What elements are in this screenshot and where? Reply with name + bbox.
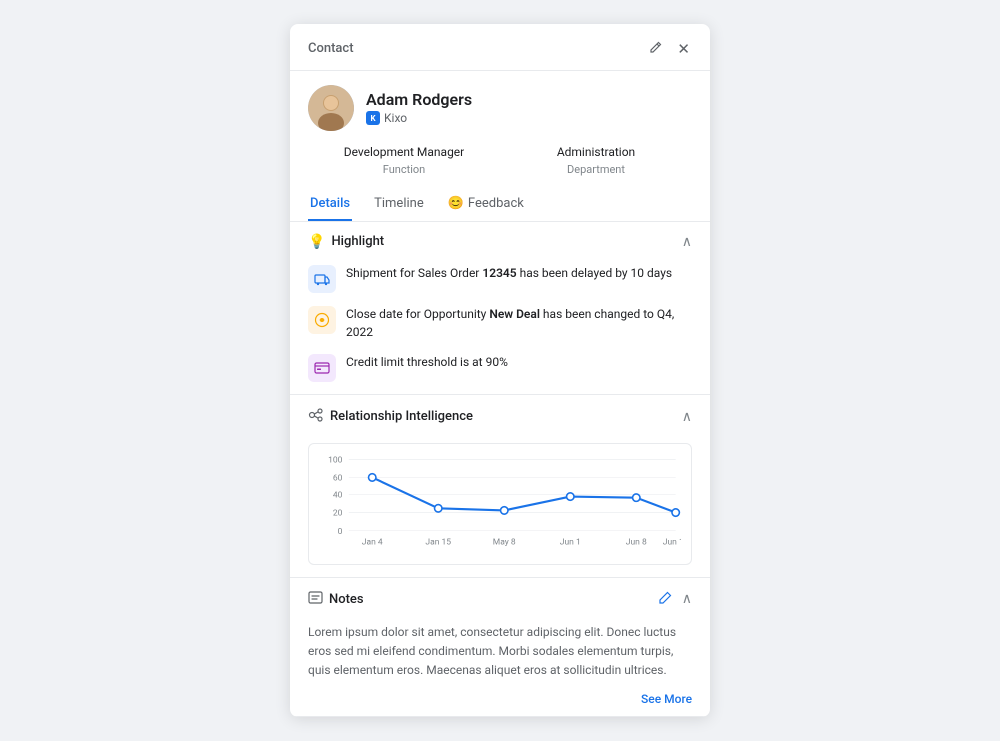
function-label: Function: [308, 163, 500, 176]
relationship-section: Relationship Intelligence ∧ 100 60 40 20…: [290, 395, 710, 578]
highlight-title: 💡 Highlight: [308, 234, 384, 250]
avatar: [308, 85, 354, 131]
tab-feedback[interactable]: 😊 Feedback: [446, 188, 526, 221]
svg-text:40: 40: [333, 490, 343, 500]
notes-header: Notes ∧: [290, 578, 710, 617]
highlight-text-2: Close date for Opportunity New Deal has …: [346, 305, 692, 341]
svg-text:0: 0: [338, 527, 343, 537]
svg-text:Jun 13: Jun 13: [663, 537, 681, 547]
tab-timeline[interactable]: Timeline: [372, 188, 426, 221]
edit-button[interactable]: [647, 38, 665, 60]
highlight-text-3: Credit limit threshold is at 90%: [346, 353, 508, 371]
contact-panel: Contact ✕ Adam Rodgers K K: [290, 24, 710, 717]
contact-name-block: Adam Rodgers K Kixo: [366, 90, 472, 125]
highlight-item-2: Close date for Opportunity New Deal has …: [290, 299, 710, 347]
highlight-chevron[interactable]: ∧: [682, 234, 692, 250]
contact-meta: Development Manager Administration Funct…: [290, 141, 710, 188]
svg-text:May 8: May 8: [493, 537, 516, 547]
relationship-icon: [308, 407, 324, 427]
svg-text:60: 60: [333, 473, 343, 483]
svg-text:Jun 8: Jun 8: [626, 537, 647, 547]
see-more-button[interactable]: See More: [290, 690, 710, 716]
department-value: Administration: [500, 145, 692, 159]
notes-content: Lorem ipsum dolor sit amet, consectetur …: [290, 617, 710, 691]
relationship-chart: 100 60 40 20 0: [308, 443, 692, 565]
highlight-text-1: Shipment for Sales Order 12345 has been …: [346, 264, 672, 282]
contact-company: K Kixo: [366, 111, 472, 125]
contact-info: Adam Rodgers K Kixo: [290, 71, 710, 141]
function-value: Development Manager: [308, 145, 500, 159]
company-name: Kixo: [384, 111, 407, 125]
credit-icon: [308, 354, 336, 382]
chart-svg: 100 60 40 20 0: [319, 454, 681, 550]
contact-name: Adam Rodgers: [366, 90, 472, 109]
svg-text:20: 20: [333, 509, 343, 519]
notes-title: Notes: [308, 590, 364, 609]
highlight-section: 💡 Highlight ∧ Shipment for Sales Order 1…: [290, 222, 710, 395]
notes-icon: [308, 590, 323, 609]
tabs-bar: Details Timeline 😊 Feedback: [290, 188, 710, 222]
shipment-icon: [308, 265, 336, 293]
highlight-item-3: Credit limit threshold is at 90%: [290, 347, 710, 394]
opportunity-icon: [308, 306, 336, 334]
feedback-icon: 😊: [448, 196, 464, 211]
relationship-title: Relationship Intelligence: [308, 407, 473, 427]
department-label: Department: [500, 163, 692, 176]
svg-text:100: 100: [328, 455, 343, 465]
panel-title: Contact: [308, 41, 354, 56]
relationship-chevron[interactable]: ∧: [682, 409, 692, 425]
tab-details[interactable]: Details: [308, 188, 352, 221]
company-badge: K: [366, 111, 380, 125]
close-button[interactable]: ✕: [675, 38, 692, 60]
svg-text:Jan 15: Jan 15: [425, 537, 451, 547]
notes-section: Notes ∧ Lorem ipsum dolor sit amet, cons…: [290, 578, 710, 718]
svg-text:Jun 1: Jun 1: [560, 537, 581, 547]
highlight-item-1: Shipment for Sales Order 12345 has been …: [290, 258, 710, 299]
notes-text: Lorem ipsum dolor sit amet, consectetur …: [308, 623, 692, 681]
svg-text:Jan 4: Jan 4: [362, 537, 383, 547]
highlight-header: 💡 Highlight ∧: [290, 222, 710, 258]
panel-header: Contact ✕: [290, 24, 710, 71]
notes-chevron[interactable]: ∧: [682, 591, 692, 607]
relationship-header: Relationship Intelligence ∧: [290, 395, 710, 435]
lightbulb-icon: 💡: [308, 234, 325, 250]
header-actions: ✕: [647, 38, 692, 60]
notes-edit-button[interactable]: [659, 591, 672, 608]
notes-actions: ∧: [659, 591, 692, 608]
